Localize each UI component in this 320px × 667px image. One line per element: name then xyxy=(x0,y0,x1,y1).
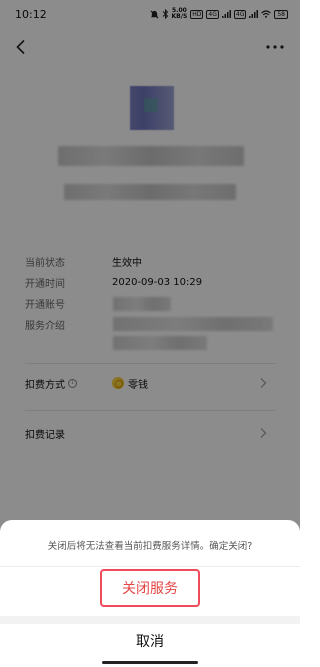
action-sheet: 关闭后将无法查看当前扣费服务详情。确定关闭? 关闭服务 取消 xyxy=(0,520,300,667)
sheet-message: 关闭后将无法查看当前扣费服务详情。确定关闭? xyxy=(47,541,253,552)
close-service-button[interactable]: 关闭服务 xyxy=(100,569,200,607)
sheet-gap xyxy=(0,616,300,624)
home-indicator xyxy=(102,661,198,664)
sheet-divider xyxy=(0,566,300,567)
cancel-button[interactable]: 取消 xyxy=(0,624,300,658)
